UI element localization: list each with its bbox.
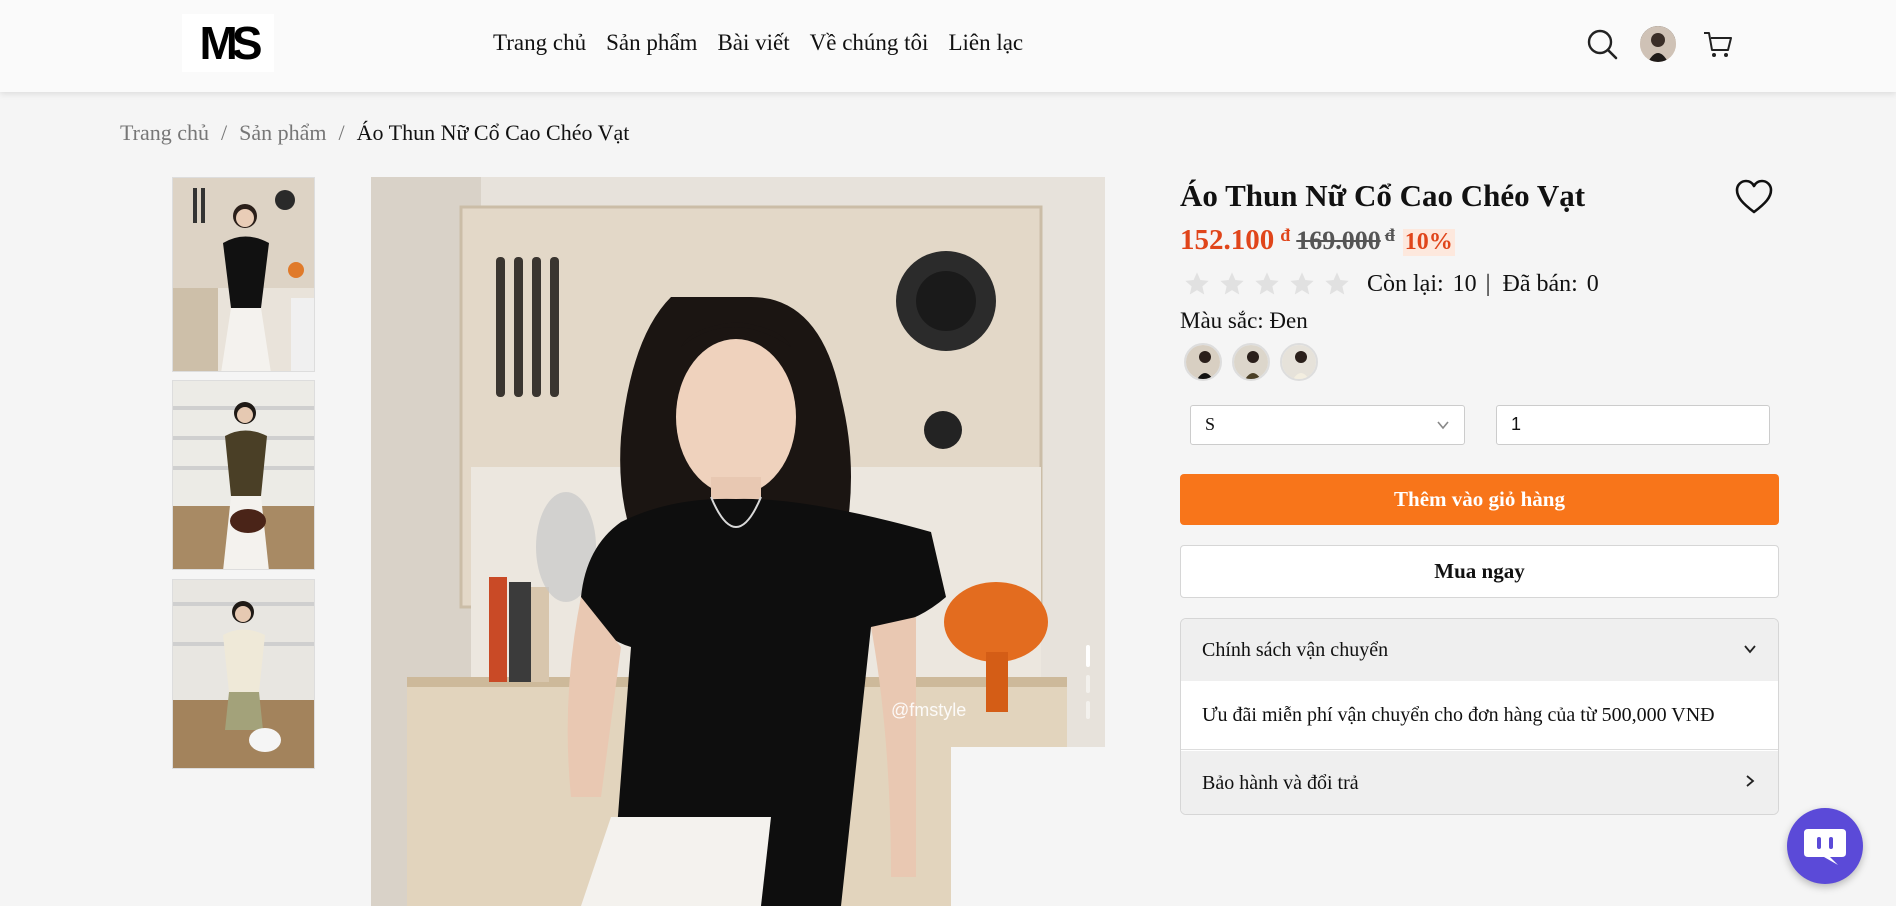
watermark-text: @fmstyle [891,700,966,720]
sold-value: 0 [1586,270,1599,297]
chevron-right-icon [1746,775,1755,787]
shipping-policy-title: Chính sách vận chuyển [1202,638,1389,661]
thumbnail-3[interactable] [172,579,315,769]
avatar[interactable] [1640,26,1676,62]
slide-dot[interactable] [1086,701,1090,719]
warranty-policy-header[interactable]: Bảo hành và đổi trả [1181,751,1778,814]
old-price-currency: đ [1384,225,1395,245]
breadcrumb-separator: / [338,120,345,145]
stock-value: 10 [1452,270,1477,297]
sold-label: Đã bán: [1502,270,1578,297]
buy-now-button[interactable]: Mua ngay [1180,545,1779,598]
star-icon[interactable] [1183,270,1211,298]
warranty-policy-title: Bảo hành và đổi trả [1202,771,1359,794]
rating-row: Còn lại: 10 | Đã bán: 0 [1183,270,1599,298]
nav-about[interactable]: Về chúng tôi [810,30,929,56]
shipping-policy-header[interactable]: Chính sách vận chuyển [1181,619,1778,681]
shipping-policy-body: Ưu đãi miễn phí vận chuyển cho đơn hàng … [1181,681,1778,750]
color-swatch-brown[interactable] [1232,343,1270,381]
quantity-value: 1 [1511,414,1522,434]
slide-indicator[interactable] [1086,645,1090,719]
color-swatch-cream[interactable] [1280,343,1318,381]
chevron-down-icon [1437,421,1449,430]
site-header: MS Trang chủ Sản phẩm Bài viết Về chúng … [0,0,1896,92]
star-icon[interactable] [1218,270,1246,298]
nav-posts[interactable]: Bài viết [717,30,789,56]
slide-dot-active[interactable] [1086,645,1090,667]
main-product-image[interactable]: @fmstyle [371,177,1105,906]
slide-dot[interactable] [1086,675,1090,693]
color-swatch-black[interactable] [1184,343,1222,381]
nav-products[interactable]: Sản phẩm [606,30,697,56]
old-price: 169.000 [1296,226,1381,255]
breadcrumb: Trang chủ / Sản phẩm / Áo Thun Nữ Cổ Cao… [120,120,629,146]
breadcrumb-home[interactable]: Trang chủ [120,120,209,146]
nav-contact[interactable]: Liên lạc [948,30,1023,56]
thumbnail-1[interactable] [172,177,315,372]
size-select[interactable]: S [1190,405,1465,445]
main-nav: Trang chủ Sản phẩm Bài viết Về chúng tôi… [493,30,1043,56]
price-currency: đ [1280,225,1291,245]
star-icon[interactable] [1253,270,1281,298]
stock-divider: | [1485,270,1491,297]
breadcrumb-separator: / [221,120,228,145]
chat-icon [1804,829,1846,865]
search-icon[interactable] [1584,26,1620,62]
thumbnail-2[interactable] [172,380,315,570]
wishlist-heart-icon[interactable] [1734,178,1774,216]
stock-label: Còn lại: [1367,270,1444,297]
add-to-cart-button[interactable]: Thêm vào giỏ hàng [1180,474,1779,525]
chevron-down-icon [1744,645,1756,654]
star-icon[interactable] [1323,270,1351,298]
breadcrumb-current: Áo Thun Nữ Cổ Cao Chéo Vạt [356,120,630,145]
price: 152.100 [1180,224,1275,256]
star-icon[interactable] [1288,270,1316,298]
nav-home[interactable]: Trang chủ [493,30,586,56]
policy-accordion: Chính sách vận chuyển Ưu đãi miễn phí vậ… [1180,618,1779,815]
discount-badge: 10% [1402,229,1455,256]
quantity-input[interactable]: 1 [1496,405,1770,445]
cart-icon[interactable] [1700,26,1736,62]
logo[interactable]: MS [182,14,274,72]
product-title: Áo Thun Nữ Cổ Cao Chéo Vạt [1180,178,1586,213]
chat-button[interactable] [1787,808,1863,884]
size-value: S [1205,414,1216,434]
breadcrumb-products[interactable]: Sản phẩm [239,120,326,146]
price-row: 152.100 đ 169.000 đ 10% [1180,224,1455,257]
color-label: Màu sắc: Đen [1180,308,1308,333]
